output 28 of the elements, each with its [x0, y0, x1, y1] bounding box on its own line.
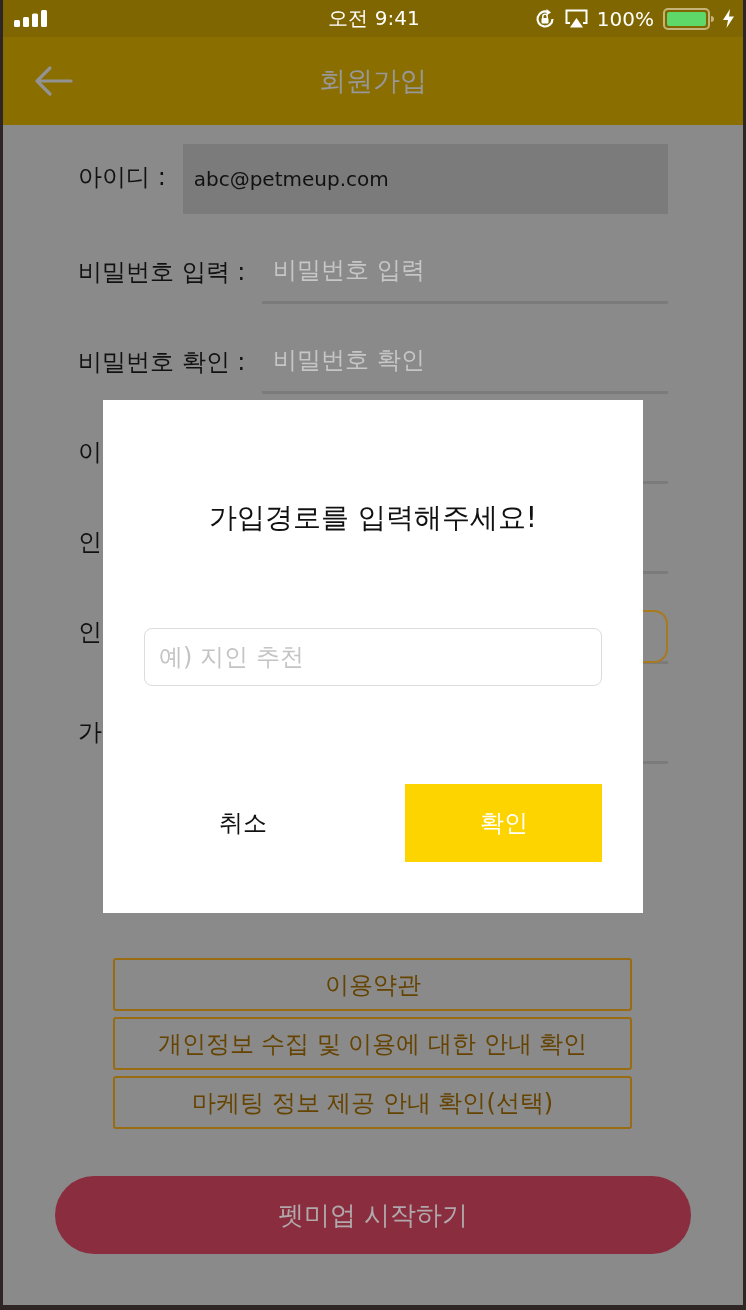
signal-icon: [14, 10, 47, 27]
start-button[interactable]: 펫미업 시작하기: [55, 1176, 691, 1254]
referral-source-field[interactable]: 예) 지인 추천: [144, 628, 602, 686]
page-title: 회원가입: [319, 64, 427, 98]
back-arrow-icon: [33, 65, 73, 97]
status-time: 오전 9:41: [328, 5, 420, 32]
charging-bolt-icon: [723, 9, 734, 28]
id-field[interactable]: abc@petmeup.com: [182, 144, 668, 214]
text-field[interactable]: 비밀번호 확인: [262, 334, 668, 394]
cancel-button[interactable]: 취소: [144, 784, 341, 862]
airplay-icon: [564, 9, 588, 28]
agreement-button[interactable]: 마케팅 정보 제공 안내 확인(선택): [113, 1076, 632, 1129]
text-field[interactable]: 비밀번호 입력: [262, 244, 668, 304]
field-label: 아이디 :: [78, 162, 166, 193]
field-label: 비밀번호 입력 :: [78, 257, 246, 288]
field-label: 가: [78, 717, 102, 748]
rotation-lock-icon: [533, 7, 556, 30]
battery-icon: [663, 7, 714, 30]
field-label: 이: [78, 437, 102, 468]
field-label: 인: [78, 527, 102, 558]
agreement-button[interactable]: 개인정보 수집 및 이용에 대한 안내 확인: [113, 1017, 632, 1070]
back-button[interactable]: [33, 65, 73, 97]
field-label: 인: [78, 617, 102, 648]
dialog-title: 가입경로를 입력해주세요!: [208, 500, 538, 536]
battery-percent: 100%: [596, 6, 654, 31]
agreement-button[interactable]: 이용약관: [113, 958, 632, 1011]
confirm-button[interactable]: 확인: [405, 784, 602, 862]
field-label: 비밀번호 확인 :: [78, 347, 246, 378]
